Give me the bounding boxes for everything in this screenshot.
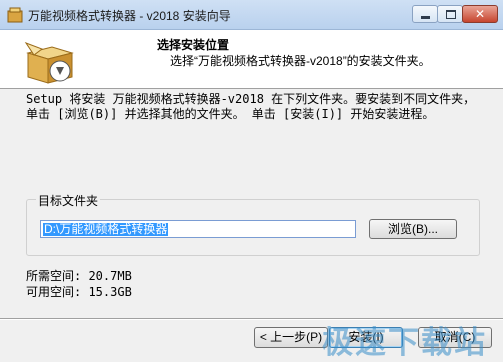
wizard-header: 选择安装位置 选择“万能视频格式转换器-v2018”的安装文件夹。 xyxy=(0,30,503,89)
instructions-text: Setup 将安装 万能视频格式转换器-v2018 在下列文件夹。要安装到不同文… xyxy=(26,92,476,121)
space-required-text: 所需空间: 20.7MB xyxy=(26,269,132,283)
back-button[interactable]: < 上一步(P) xyxy=(254,327,328,348)
installer-window: 万能视频格式转换器 - v2018 安装向导 ✕ 选择安装位置 选择“万能视频格… xyxy=(0,0,503,361)
install-path-value: D:\万能视频格式转换器 xyxy=(43,222,169,236)
install-path-input[interactable]: D:\万能视频格式转换器 xyxy=(40,220,356,238)
maximize-button[interactable] xyxy=(437,5,463,23)
installer-box-icon xyxy=(24,41,74,84)
page-title: 选择安装位置 xyxy=(157,38,230,52)
minimize-button[interactable] xyxy=(412,5,438,23)
destination-folder-group: 目标文件夹 D:\万能视频格式转换器 浏览(B)... xyxy=(26,192,480,256)
close-icon: ✕ xyxy=(474,7,486,21)
window-title: 万能视频格式转换器 - v2018 安装向导 xyxy=(28,9,231,23)
browse-button[interactable]: 浏览(B)... xyxy=(369,219,457,239)
title-bar[interactable]: 万能视频格式转换器 - v2018 安装向导 ✕ xyxy=(0,0,503,30)
destination-folder-label: 目标文件夹 xyxy=(36,192,101,209)
close-button[interactable]: ✕ xyxy=(462,5,498,23)
page-subtitle: 选择“万能视频格式转换器-v2018”的安装文件夹。 xyxy=(170,54,431,68)
space-available-text: 可用空间: 15.3GB xyxy=(26,285,132,299)
watermark-text: 极速下载站 xyxy=(322,325,487,361)
app-icon xyxy=(7,7,23,23)
wizard-content: Setup 将安装 万能视频格式转换器-v2018 在下列文件夹。要安装到不同文… xyxy=(0,89,503,319)
